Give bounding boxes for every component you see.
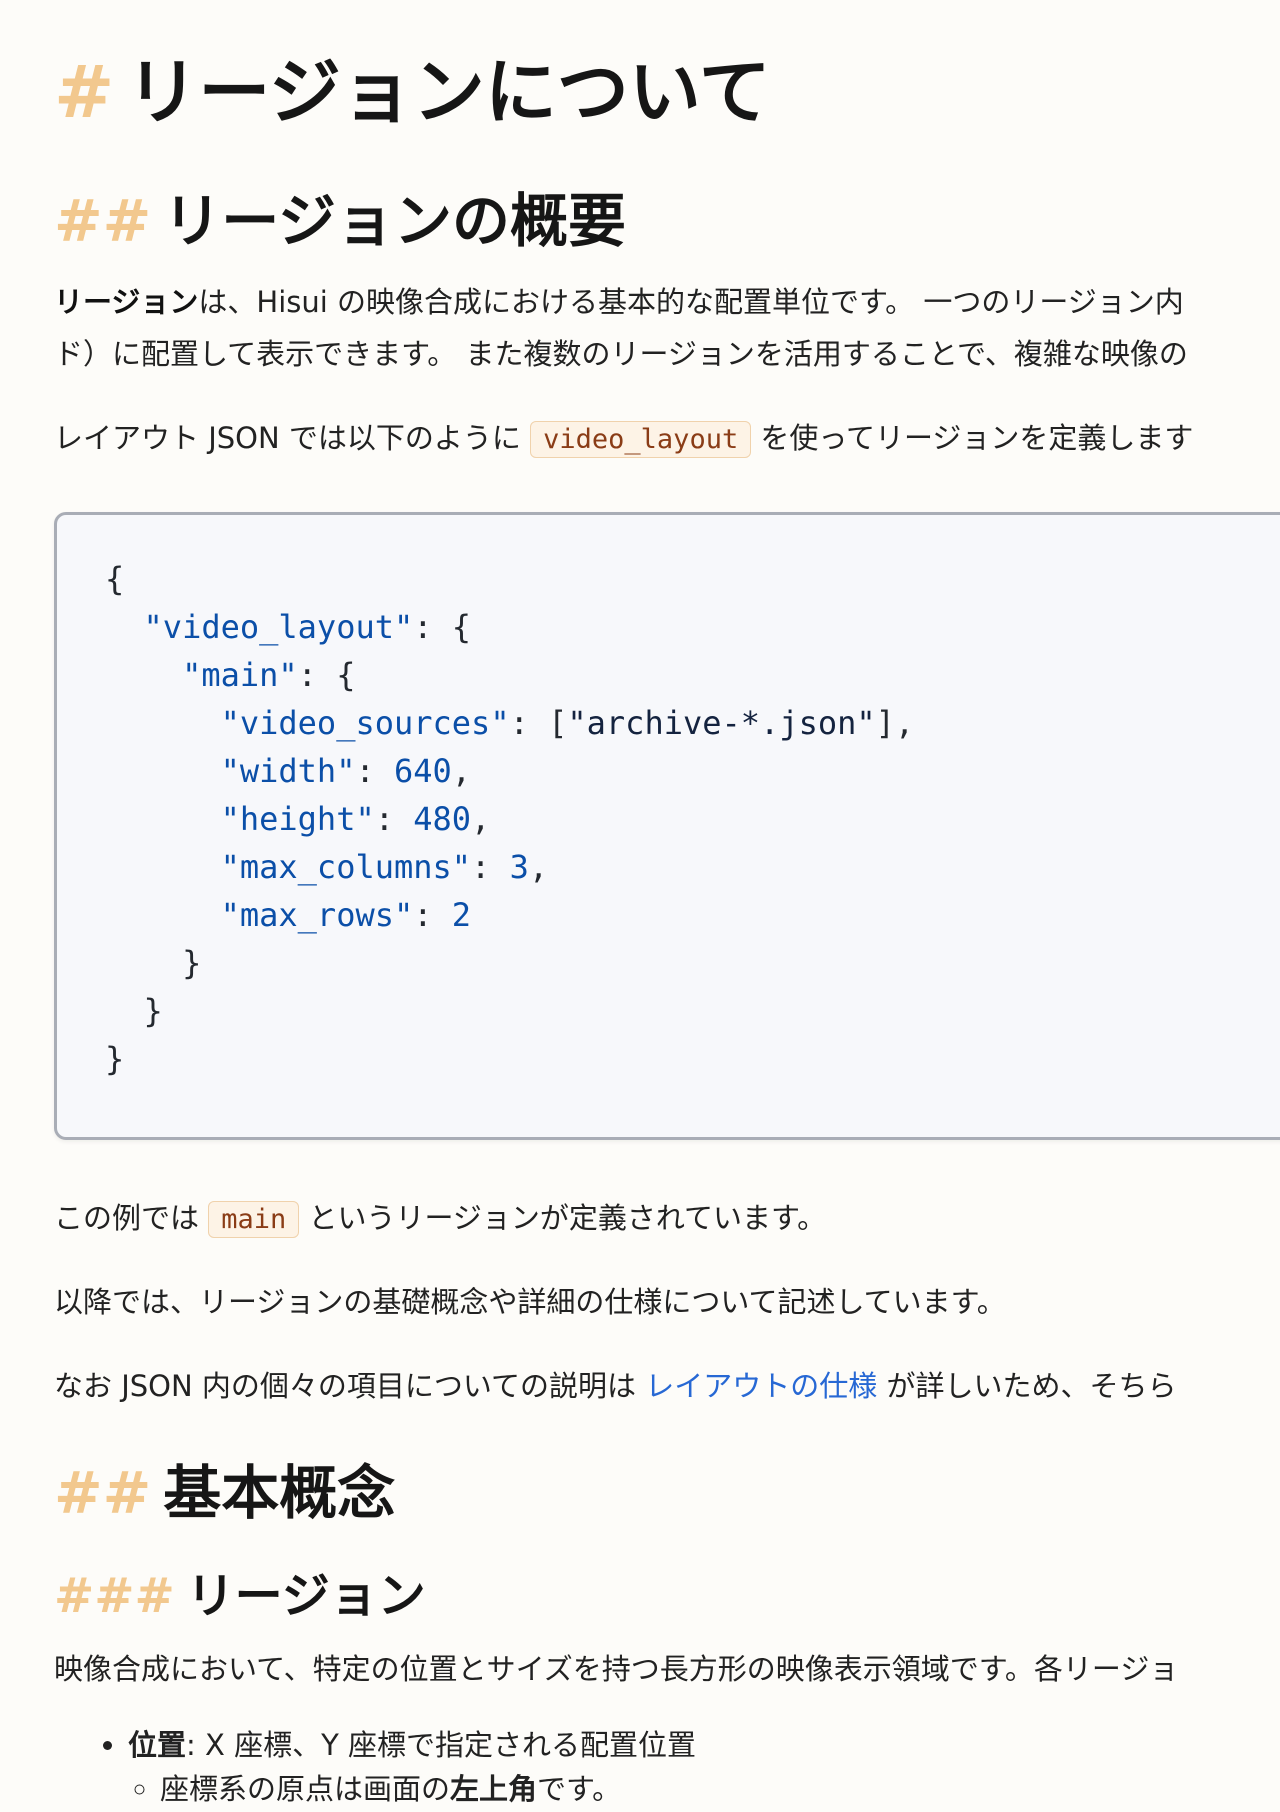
heading-basics-text: 基本概念	[163, 1459, 396, 1527]
heading-overview-text: リージョンの概要	[163, 187, 627, 255]
heading-region-text: リージョン	[186, 1568, 426, 1624]
inline-code-main: main	[208, 1201, 300, 1238]
json-code: { "video_layout": { "main": { "video_sou…	[105, 560, 915, 1078]
example-after: というリージョンが定義されています。	[299, 1201, 827, 1235]
region-properties-list: 位置: X 座標、Y 座標で指定される配置位置 座標系の原点は画面の左上角です。	[84, 1723, 696, 1811]
spec-reference-paragraph: なお JSON 内の個々の項目についての説明は レイアウトの仕様 が詳しいため、…	[54, 1360, 1177, 1412]
overview-paragraph-line2: ド）に配置して表示できます。 また複数のリージョンを活用することで、複雑な映像の	[54, 337, 1188, 371]
example-paragraph: この例では main というリージョンが定義されています。	[54, 1192, 826, 1246]
inline-code-video-layout: video_layout	[530, 421, 752, 458]
example-before: この例では	[54, 1201, 209, 1235]
json-intro-paragraph: レイアウト JSON では以下のように video_layout を使ってリージ…	[54, 412, 1193, 466]
region-description: 映像合成において、特定の位置とサイズを持つ長方形の映像表示領域です。各リージョ	[54, 1652, 1179, 1686]
position-term: 位置	[128, 1728, 187, 1762]
json-code-block: { "video_layout": { "main": { "video_sou…	[54, 512, 1280, 1140]
spec-after: が詳しいため、そちら	[877, 1369, 1177, 1403]
heading-region: ### リージョン	[54, 1565, 426, 1627]
sub-list: 座標系の原点は画面の左上角です。	[128, 1767, 696, 1811]
following-paragraph: 以降では、リージョンの基礎概念や詳細の仕様について記述しています。	[54, 1285, 1006, 1319]
heading-overview: ## リージョンの概要	[54, 184, 626, 258]
layout-spec-link[interactable]: レイアウトの仕様	[645, 1369, 877, 1403]
heading-basics: ## 基本概念	[54, 1456, 395, 1530]
position-desc: : X 座標、Y 座標で指定される配置位置	[186, 1728, 697, 1762]
h2-mark: ##	[54, 187, 152, 255]
top-left-term: 左上角	[450, 1772, 538, 1806]
list-item: 座標系の原点は画面の左上角です。	[160, 1767, 696, 1811]
overview-paragraph-line1: リージョンは、Hisui の映像合成における基本的な配置単位です。 一つのリージ…	[54, 276, 1184, 328]
list-item: 位置: X 座標、Y 座標で指定される配置位置 座標系の原点は画面の左上角です。	[128, 1723, 696, 1811]
page-title: # リージョンについて	[54, 46, 771, 138]
page-title-text: リージョンについて	[126, 50, 771, 134]
json-intro-before: レイアウト JSON では以下のように	[54, 421, 531, 455]
document-page: # リージョンについて ## リージョンの概要 リージョンは、Hisui の映像合成…	[0, 0, 1280, 1812]
spec-before: なお JSON 内の個々の項目についての説明は	[54, 1369, 646, 1403]
h1-mark: #	[54, 50, 115, 134]
json-intro-after: を使ってリージョンを定義します	[751, 421, 1194, 455]
overview-line1-text: は、Hisui の映像合成における基本的な配置単位です。 一つのリージョン内	[198, 285, 1184, 319]
h2-mark: ##	[54, 1459, 152, 1527]
region-term: リージョン	[54, 285, 199, 319]
h3-mark: ###	[54, 1568, 175, 1624]
